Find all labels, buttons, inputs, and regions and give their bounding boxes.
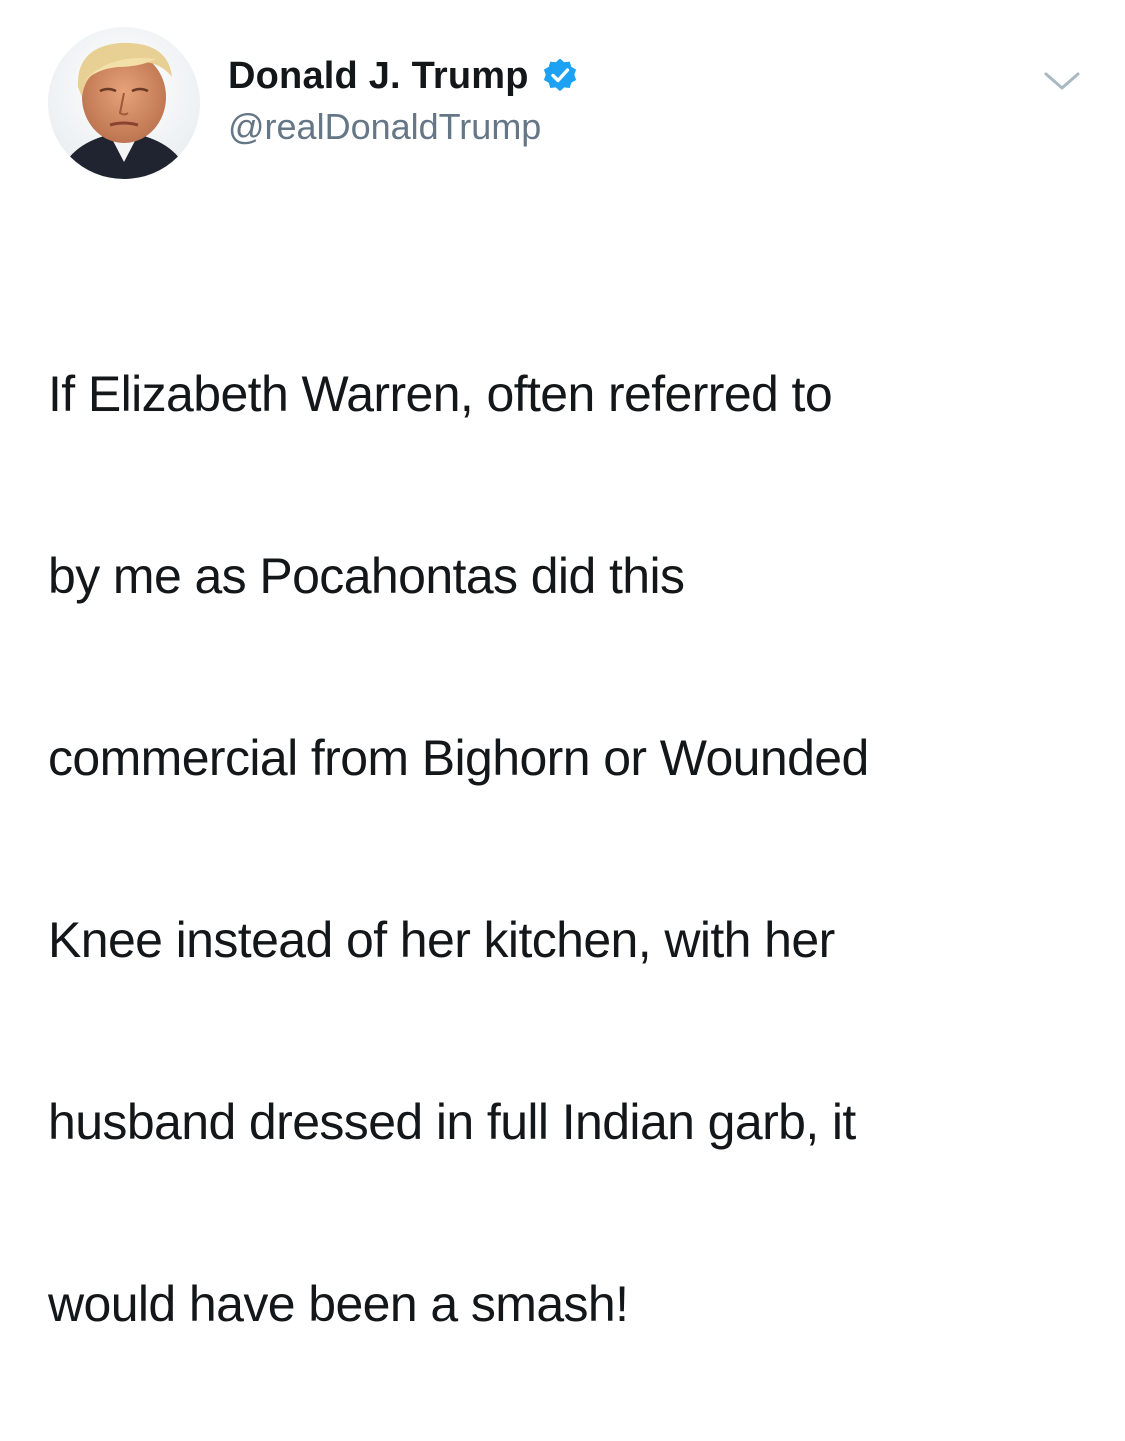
tweet-text: If Elizabeth Warren, often referred to b… (48, 258, 1093, 1441)
tweet-text-line: Knee instead of her kitchen, with her (48, 912, 835, 968)
tweet-text-line: husband dressed in full Indian garb, it (48, 1094, 856, 1150)
author-handle[interactable]: @realDonaldTrump (228, 106, 541, 148)
avatar-image (48, 27, 200, 179)
verified-badge-icon (541, 57, 579, 95)
author-avatar[interactable] (48, 27, 200, 179)
chevron-down-icon[interactable] (1040, 66, 1084, 96)
tweet-text-line: would have been a smash! (48, 1276, 629, 1332)
author-name-row: Donald J. Trump (228, 52, 579, 100)
tweet-text-line: If Elizabeth Warren, often referred to (48, 366, 833, 422)
tweet-text-line: by me as Pocahontas did this (48, 548, 685, 604)
tweet-text-line: commercial from Bighorn or Wounded (48, 730, 869, 786)
tweet-card: Donald J. Trump @realDonaldTrump If Eliz… (0, 0, 1125, 1332)
author-display-name[interactable]: Donald J. Trump (228, 55, 529, 98)
